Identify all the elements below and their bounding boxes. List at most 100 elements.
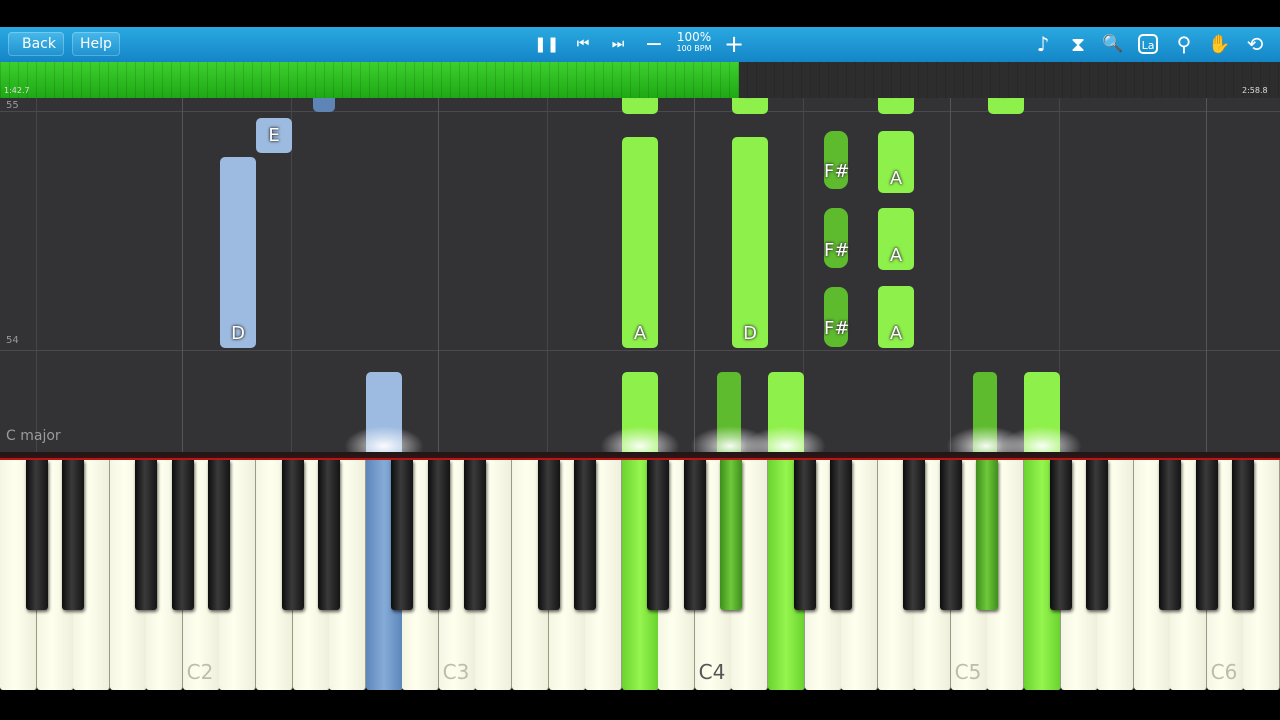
la-icon[interactable]: La (1138, 34, 1158, 54)
key-hit-glow (344, 426, 424, 452)
pause-icon[interactable]: ❚❚ (534, 27, 559, 62)
back-button[interactable]: Back (8, 32, 64, 56)
progress-ticks (0, 62, 1280, 98)
note-right-hand: D (988, 98, 1024, 114)
measure-number: 54 (6, 335, 19, 346)
note-right-hand: A (878, 98, 914, 114)
loop-icon[interactable]: ⟲ (1242, 27, 1268, 62)
magnifier-icon[interactable]: 🔍 (1102, 27, 1124, 62)
octave-guide (950, 98, 951, 452)
note-label: E (268, 125, 280, 146)
note-label: A (622, 98, 658, 101)
location-pin-icon[interactable]: ⚲ (1173, 27, 1195, 62)
octave-guide (1206, 98, 1207, 452)
letterbox-bottom (0, 690, 1280, 720)
note-left-hand: E (256, 118, 292, 153)
octave-label: C4 (698, 660, 726, 684)
note-label: A (878, 98, 914, 101)
piano-keyboard[interactable]: C2 C3 C4 C5 C6 (0, 460, 1280, 690)
black-key[interactable] (281, 460, 304, 610)
black-key[interactable] (391, 460, 414, 610)
octave-guide (547, 98, 548, 452)
key-hit-glow (600, 426, 680, 452)
octave-label: C2 (186, 660, 214, 684)
note-right-hand: D (732, 98, 768, 114)
note-label: D (743, 323, 757, 344)
black-key[interactable] (25, 460, 48, 610)
help-button[interactable]: Help (72, 32, 120, 56)
black-key[interactable] (208, 460, 231, 610)
octave-guide (291, 98, 292, 452)
black-key[interactable] (1086, 460, 1109, 610)
octave-label: C6 (1210, 660, 1238, 684)
octave-guide (182, 98, 183, 452)
next-icon[interactable]: ⏭ (607, 27, 629, 62)
black-key[interactable] (1049, 460, 1072, 610)
piano-roll: 55 54 F# E D A A D D F# F# F# A A A A D … (0, 98, 1280, 452)
octave-guide (694, 98, 695, 452)
black-key[interactable] (793, 460, 816, 610)
note-right-hand: D (732, 137, 768, 348)
toolbar: Back Help ❚❚ ⏮ ⏭ − 100% 100 BPM + ♪ ⧗ 🔍 … (0, 27, 1280, 63)
black-key[interactable] (574, 460, 597, 610)
black-key[interactable] (1232, 460, 1255, 610)
black-key[interactable] (976, 460, 999, 610)
octave-guide (438, 98, 439, 452)
black-key[interactable] (171, 460, 194, 610)
note-right-hand: A (878, 286, 914, 348)
note-left-hand: F# (313, 98, 335, 112)
note-label: D (231, 323, 245, 344)
black-key[interactable] (464, 460, 487, 610)
note-label: A (633, 323, 647, 344)
note-left-hand: D (220, 157, 256, 348)
black-key[interactable] (720, 460, 743, 610)
hand-icon[interactable]: ✋ (1208, 27, 1230, 62)
tempo-percent: 100% (676, 30, 712, 44)
note-label: F# (824, 161, 850, 182)
black-key[interactable] (135, 460, 158, 610)
black-key[interactable] (647, 460, 670, 610)
song-progress-bar[interactable] (0, 62, 1280, 98)
note-icon[interactable]: ♪ (1032, 27, 1054, 62)
note-label: A (889, 245, 903, 266)
black-key[interactable] (427, 460, 450, 610)
black-key[interactable] (62, 460, 85, 610)
black-key[interactable] (537, 460, 560, 610)
measure-line (0, 350, 1280, 351)
key-hit-glow (746, 426, 826, 452)
previous-icon[interactable]: ⏮ (572, 27, 594, 62)
note-label: D (732, 98, 768, 101)
tempo-display: 100% 100 BPM (672, 31, 716, 55)
metronome-icon[interactable]: ⧗ (1067, 27, 1089, 62)
note-right-hand: A (878, 131, 914, 193)
measure-number: 55 (6, 100, 19, 111)
note-right-hand: A (878, 208, 914, 270)
octave-label: C3 (442, 660, 470, 684)
minus-icon[interactable]: − (643, 27, 665, 62)
elapsed-time: 1:42.7 (4, 86, 30, 95)
note-label: A (889, 323, 903, 344)
black-key[interactable] (1159, 460, 1182, 610)
octave-guide (36, 98, 37, 452)
black-key[interactable] (1195, 460, 1218, 610)
black-key[interactable] (939, 460, 962, 610)
letterbox-top (0, 0, 1280, 27)
tempo-bpm: 100 BPM (676, 44, 712, 53)
note-label: D (988, 98, 1024, 101)
keyboard-top-rail (0, 452, 1280, 460)
black-key[interactable] (830, 460, 853, 610)
key-signature: C major (6, 428, 61, 444)
note-right-hand: A (622, 98, 658, 114)
plus-icon[interactable]: + (722, 27, 746, 62)
total-time: 2:58.8 (1242, 86, 1268, 95)
note-label: A (889, 168, 903, 189)
black-key[interactable] (683, 460, 706, 610)
black-key[interactable] (318, 460, 341, 610)
black-key[interactable] (903, 460, 926, 610)
note-right-hand: F# (824, 287, 849, 347)
note-right-hand: A (622, 137, 658, 348)
key-hit-glow (1002, 426, 1082, 452)
note-label: F# (824, 240, 850, 261)
note-right-hand: F# (824, 131, 850, 189)
note-right-hand: F# (824, 208, 850, 268)
